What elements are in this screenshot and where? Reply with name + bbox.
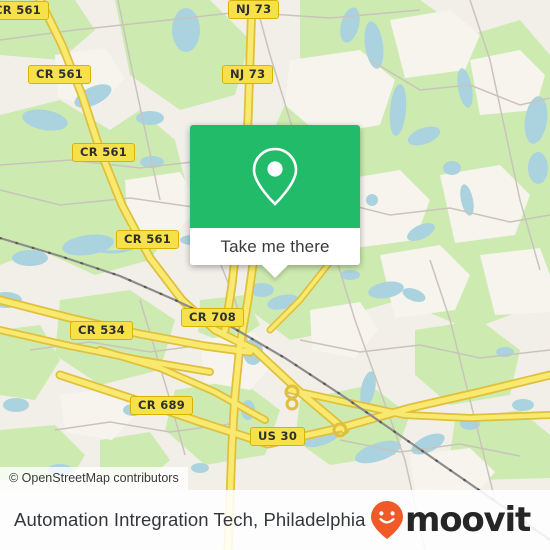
bottom-info-bar: Automation Intregration Tech, Philadelph… [0,490,550,550]
road-shield-nj73-lower: NJ 73 [222,65,274,84]
road-shield-cr561-lower: CR 561 [116,230,180,249]
take-me-there-label: Take me there [220,236,330,256]
road-shield-cr561-mid: CR 561 [72,143,136,162]
callout-tail-triangle [262,265,288,278]
road-shield-nj73-top: NJ 73 [228,0,280,19]
road-shield-cr689: CR 689 [130,396,194,415]
map-screenshot: CR 561 CR 561 CR 561 CR 561 NJ 73 NJ 73 … [0,0,550,550]
callout-marker-panel [190,125,360,228]
road-shield-cr708: CR 708 [181,308,245,327]
moovit-wordmark: moovit [404,500,531,540]
road-shield-cr534: CR 534 [70,321,134,340]
callout-action-panel[interactable]: Take me there [190,228,360,278]
place-title: Automation Intregration Tech, Philadelph… [14,509,366,530]
osm-attribution[interactable]: © OpenStreetMap contributors [0,467,188,490]
road-shield-us30: US 30 [250,427,306,446]
map-pin-icon [252,147,298,206]
moovit-logo[interactable]: moovit [370,500,531,540]
road-shield-cr561-top: CR 561 [0,1,50,20]
road-shield-cr561-upper: CR 561 [28,65,92,84]
moovit-pin-smiley-icon [370,501,403,539]
destination-callout-card[interactable]: Take me there [190,125,360,278]
